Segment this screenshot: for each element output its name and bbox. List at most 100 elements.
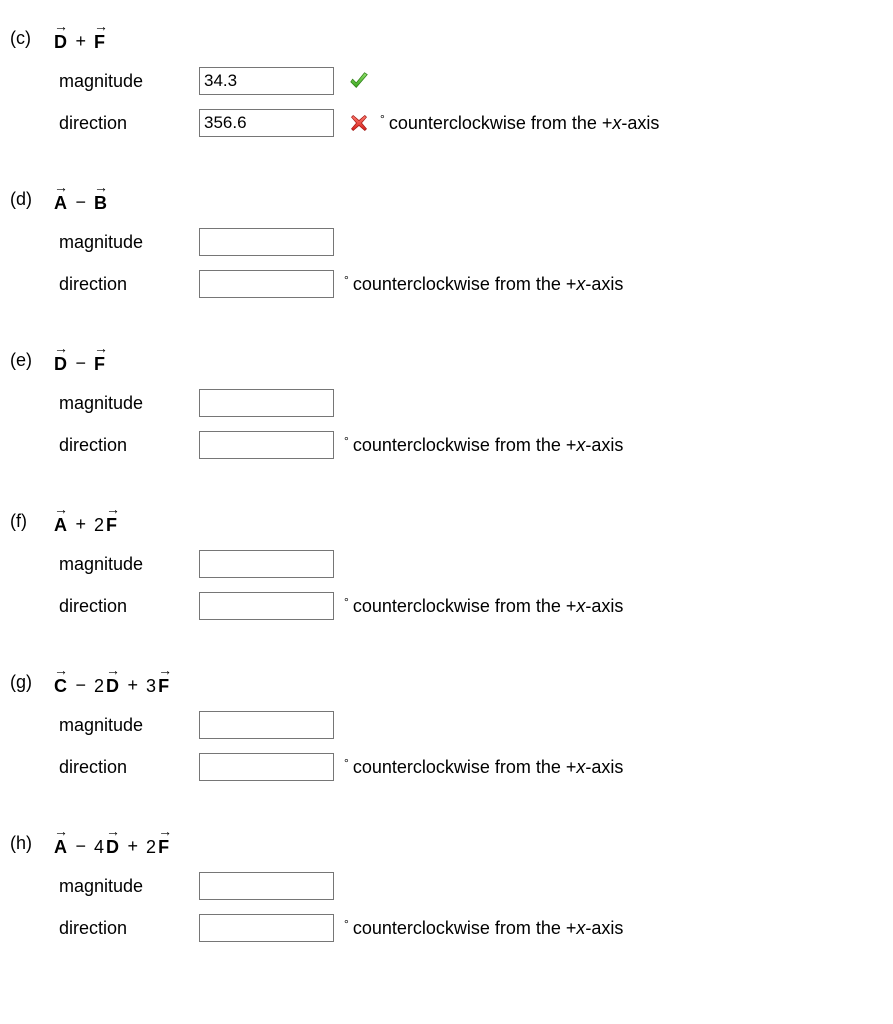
magnitude-label: magnitude (59, 715, 199, 736)
vector-arrow-icon: → (94, 181, 108, 193)
ccw-text-x: x (576, 596, 585, 617)
operator: − (74, 192, 89, 214)
vector-arrow-icon: → (158, 825, 170, 837)
vector-d: →D (106, 666, 120, 697)
operator: + (126, 836, 141, 858)
direction-units: ° counterclockwise from the +x-axis (344, 274, 623, 295)
direction-label: direction (59, 918, 199, 939)
magnitude-input[interactable] (199, 67, 334, 95)
problem-label: (c) (10, 22, 54, 49)
vector-letter: A (54, 193, 68, 213)
ccw-text-part1: counterclockwise from the + (353, 435, 577, 456)
problem-inputs: magnitude direction° counterclockwise fro… (59, 711, 883, 781)
magnitude-row: magnitude (59, 711, 883, 739)
vector-f: →F (158, 827, 170, 858)
magnitude-label: magnitude (59, 554, 199, 575)
direction-units: ° counterclockwise from the +x-axis (344, 435, 623, 456)
problem-header: (e)→D−→F (10, 344, 883, 375)
expression: →A−→B (54, 183, 108, 214)
vector-d: →D (54, 344, 68, 375)
magnitude-input[interactable] (199, 872, 334, 900)
vector-letter: A (54, 837, 68, 857)
direction-row: direction° counterclockwise from the +x-… (59, 914, 883, 942)
vector-f: →F (94, 22, 106, 53)
ccw-text-part2: -axis (585, 918, 623, 939)
operator: − (74, 353, 89, 375)
expression: →A−4→D+2→F (54, 827, 170, 858)
ccw-text-part1: counterclockwise from the + (353, 918, 577, 939)
ccw-text-part1: counterclockwise from the + (353, 274, 577, 295)
direction-input[interactable] (199, 431, 334, 459)
vector-arrow-icon: → (54, 181, 68, 193)
coefficient: 2 (94, 515, 104, 536)
magnitude-label: magnitude (59, 876, 199, 897)
vector-d: →D (54, 22, 68, 53)
ccw-text-x: x (576, 274, 585, 295)
problem-header: (h)→A−4→D+2→F (10, 827, 883, 858)
direction-units: ° counterclockwise from the +x-axis (344, 757, 623, 778)
vector-a: →A (54, 827, 68, 858)
ccw-text-part1: counterclockwise from the + (353, 757, 577, 778)
problem-label: (g) (10, 666, 54, 693)
magnitude-row: magnitude (59, 389, 883, 417)
vector-a: →A (54, 183, 68, 214)
vector-f: →F (94, 344, 106, 375)
degree-symbol: ° (344, 595, 349, 609)
direction-label: direction (59, 596, 199, 617)
degree-symbol: ° (344, 434, 349, 448)
vector-arrow-icon: → (54, 503, 68, 515)
vector-f: →F (158, 666, 170, 697)
operator: + (74, 31, 89, 53)
direction-row: direction° counterclockwise from the +x-… (59, 270, 883, 298)
vector-arrow-icon: → (94, 20, 106, 32)
check-icon (348, 70, 370, 92)
vector-f: →F (106, 505, 118, 536)
problem-f: (f)→A+2→Fmagnitudedirection° countercloc… (10, 505, 883, 620)
ccw-text-part1: counterclockwise from the + (353, 596, 577, 617)
vector-letter: D (54, 32, 68, 52)
direction-input[interactable] (199, 109, 334, 137)
ccw-text-part2: -axis (585, 596, 623, 617)
magnitude-row: magnitude (59, 872, 883, 900)
problem-e: (e)→D−→F magnitude direction° counterclock… (10, 344, 883, 459)
problem-label: (f) (10, 505, 54, 532)
vector-letter: F (94, 354, 106, 374)
magnitude-input[interactable] (199, 228, 334, 256)
operator: + (126, 675, 141, 697)
ccw-text-part1: counterclockwise from the + (389, 113, 613, 134)
operator: − (74, 675, 89, 697)
direction-label: direction (59, 113, 199, 134)
vector-letter: F (106, 515, 118, 535)
vector-letter: F (158, 676, 170, 696)
vector-arrow-icon: → (106, 825, 120, 837)
problem-header: (c)→D+→F (10, 22, 883, 53)
magnitude-row: magnitude (59, 228, 883, 256)
direction-input[interactable] (199, 592, 334, 620)
vector-letter: B (94, 193, 108, 213)
problem-inputs: magnitude direction° counterclockwise fro… (59, 389, 883, 459)
magnitude-input[interactable] (199, 711, 334, 739)
ccw-text-x: x (576, 918, 585, 939)
ccw-text-x: x (612, 113, 621, 134)
direction-input[interactable] (199, 914, 334, 942)
magnitude-input[interactable] (199, 389, 334, 417)
magnitude-row: magnitude (59, 67, 883, 95)
vector-c: →C (54, 666, 68, 697)
direction-row: direction° counterclockwise from the +x-… (59, 431, 883, 459)
magnitude-input[interactable] (199, 550, 334, 578)
coefficient: 2 (146, 837, 156, 858)
degree-symbol: ° (344, 756, 349, 770)
coefficient: 3 (146, 676, 156, 697)
problem-inputs: magnitudedirection° counterclockwise fro… (59, 67, 883, 137)
problem-label: (e) (10, 344, 54, 371)
direction-input[interactable] (199, 753, 334, 781)
direction-row: direction° counterclockwise from the +x-… (59, 753, 883, 781)
degree-symbol: ° (344, 273, 349, 287)
vector-arrow-icon: → (106, 664, 120, 676)
vector-d: →D (106, 827, 120, 858)
problem-h: (h)→A−4→D+2→Fmagnitudedirection° counter… (10, 827, 883, 942)
vector-letter: D (106, 837, 120, 857)
vector-arrow-icon: → (158, 664, 170, 676)
direction-input[interactable] (199, 270, 334, 298)
problem-d: (d)→A−→Bmagnitudedirection° counterclock… (10, 183, 883, 298)
